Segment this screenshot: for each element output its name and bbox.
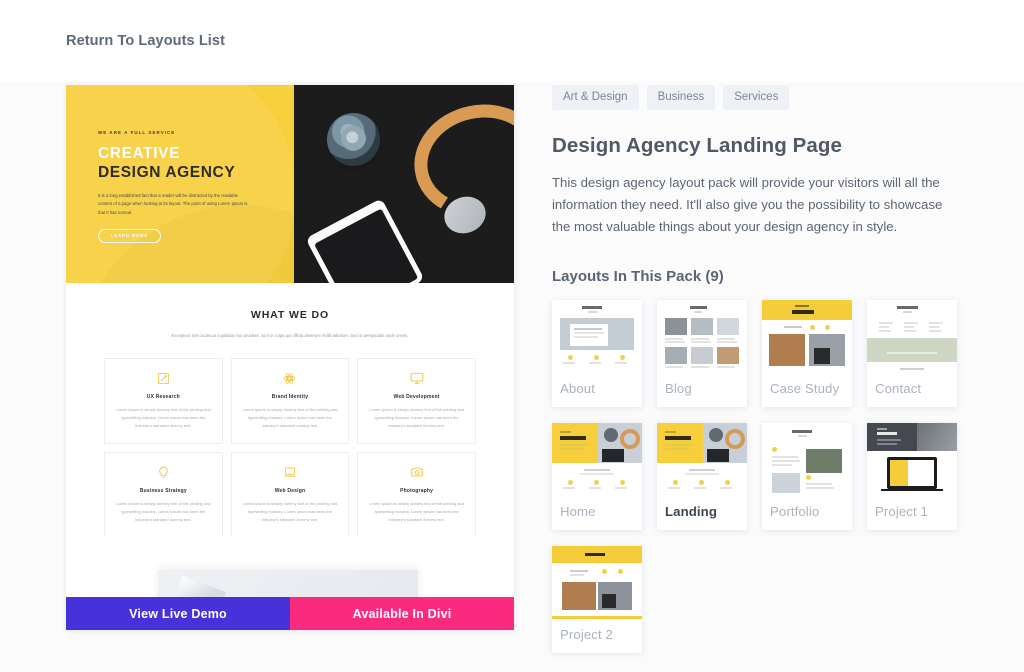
layout-thumbnail-label: Project 2 xyxy=(560,627,613,643)
hero-title-line-1: CREATIVE xyxy=(98,145,181,162)
layout-thumbnail-image xyxy=(657,300,747,375)
layout-thumbnail-grid: About Blog Case Study Contact Home Landing Por… xyxy=(552,300,972,654)
hero-paragraph: It is a long established fact that a rea… xyxy=(98,192,248,215)
feature-card: Photography Lorem Ipsum is simply dummy t… xyxy=(357,451,476,538)
feature-card-body: Lorem Ipsum is simply dummy text of the … xyxy=(369,406,465,428)
available-in-divi-button[interactable]: Available In Divi xyxy=(290,597,514,630)
feature-card-title: Photography xyxy=(400,487,434,494)
layout-thumbnail-label: Blog xyxy=(665,381,692,397)
layout-thumbnail-image xyxy=(867,300,957,375)
feature-card-body: Lorem Ipsum is simply dummy text of the … xyxy=(115,406,211,428)
layout-thumbnail-label: Project 1 xyxy=(875,504,928,520)
preview-hero-photo xyxy=(294,85,514,283)
layout-thumbnail-image xyxy=(552,423,642,498)
feature-card-body: Lorem Ipsum is simply dummy text of the … xyxy=(115,500,211,522)
pen-tool-icon xyxy=(115,370,212,387)
feature-card: Web Development Lorem Ipsum is simply dum… xyxy=(357,357,476,444)
hero-learn-more-button[interactable]: LEARN MORE xyxy=(98,228,161,243)
laptop-icon xyxy=(242,464,339,481)
layout-thumbnail[interactable]: Home xyxy=(552,423,642,531)
feature-card-title: Web Development xyxy=(393,393,440,400)
tag-pill[interactable]: Business xyxy=(646,85,716,110)
feature-card: Business Strategy Lorem Ipsum is simply d… xyxy=(104,451,223,538)
smartphone-photo-element xyxy=(305,198,425,283)
layout-thumbnail-label: Home xyxy=(560,504,596,520)
layout-thumbnail[interactable]: Contact xyxy=(867,300,957,408)
feature-card-title: UX Research xyxy=(146,393,180,400)
layout-thumbnail[interactable]: About xyxy=(552,300,642,408)
preview-what-we-do-section: WHAT WE DO Excepteur sint occaecat cupid… xyxy=(66,283,514,538)
return-to-layouts-list-link[interactable]: Return To Layouts List xyxy=(66,33,225,49)
page-title: Design Agency Landing Page xyxy=(552,134,843,157)
layout-thumbnail[interactable]: Case Study xyxy=(762,300,852,408)
layout-thumbnail-image xyxy=(867,423,957,498)
feature-card-body: Lorem Ipsum is simply dummy text of the … xyxy=(369,500,465,522)
cta-button-row: View Live Demo Available In Divi xyxy=(66,597,514,630)
layout-preview-card: WE ARE A FULL SERVICE CREATIVE DESIGN AG… xyxy=(66,85,514,630)
view-live-demo-button[interactable]: View Live Demo xyxy=(66,597,290,630)
what-we-do-title: WHAT WE DO xyxy=(250,309,330,321)
feature-card-body: Lorem Ipsum is simply dummy text of the … xyxy=(242,406,338,428)
atom-icon xyxy=(242,370,339,387)
layout-thumbnail-image xyxy=(552,300,642,375)
feature-card-title: Business Strategy xyxy=(139,487,187,494)
preview-hero: WE ARE A FULL SERVICE CREATIVE DESIGN AG… xyxy=(66,85,514,283)
layout-thumbnail-label: Contact xyxy=(875,381,922,397)
layout-thumbnail[interactable]: Blog xyxy=(657,300,747,408)
layout-thumbnail[interactable]: Portfolio xyxy=(762,423,852,531)
what-we-do-subtitle: Excepteur sint occaecat cupidatat non pr… xyxy=(171,333,409,338)
feature-card: Web Design Lorem Ipsum is simply dummy te… xyxy=(230,451,350,538)
hero-title-line-2: DESIGN AGENCY xyxy=(98,164,236,182)
layout-thumbnail-label: Portfolio xyxy=(770,504,820,520)
feature-card-title: Web Design xyxy=(274,487,306,494)
layout-thumbnail-label: Case Study xyxy=(770,381,840,397)
monitor-icon xyxy=(368,370,465,387)
layout-thumbnail[interactable]: Landing xyxy=(657,423,747,531)
layout-details-panel: Art & Design Business Services Design Agen… xyxy=(552,85,964,654)
feature-card: UX Research Lorem Ipsum is simply dummy t… xyxy=(104,357,223,444)
layout-thumbnail-image xyxy=(762,423,852,498)
layout-thumbnail-image xyxy=(552,546,642,621)
layout-thumbnail[interactable]: Project 2 xyxy=(552,546,642,654)
preview-hero-left-panel: WE ARE A FULL SERVICE CREATIVE DESIGN AG… xyxy=(66,85,294,283)
feature-card-body: Lorem Ipsum is simply dummy text of the … xyxy=(242,500,338,522)
hero-eyebrow-text: WE ARE A FULL SERVICE xyxy=(98,130,176,135)
feature-card-title: Brand Identity xyxy=(271,393,309,400)
lightbulb-icon xyxy=(115,464,212,481)
tag-pill[interactable]: Art & Design xyxy=(552,85,639,110)
preview-hero-copy: WE ARE A FULL SERVICE CREATIVE DESIGN AG… xyxy=(66,85,294,243)
feature-card-grid: UX Research Lorem Ipsum is simply dummy t… xyxy=(104,357,476,538)
top-bar: Return To Layouts List xyxy=(0,0,1024,82)
layout-thumbnail-label: Landing xyxy=(665,504,717,520)
layout-thumbnail-image xyxy=(657,423,747,498)
succulent-plant-photo-element xyxy=(327,113,380,166)
camera-icon xyxy=(368,464,465,481)
layout-thumbnail[interactable]: Project 1 xyxy=(867,423,957,531)
layouts-in-pack-heading: Layouts In This Pack (9) xyxy=(552,268,724,286)
tag-pill[interactable]: Services xyxy=(723,85,790,110)
pack-description: This design agency layout pack will prov… xyxy=(552,175,943,235)
layout-thumbnail-label: About xyxy=(560,381,595,397)
tag-list: Art & Design Business Services xyxy=(552,85,964,110)
layout-thumbnail-image xyxy=(762,300,852,375)
feature-card: Brand Identity Lorem Ipsum is simply dumm… xyxy=(230,357,350,444)
